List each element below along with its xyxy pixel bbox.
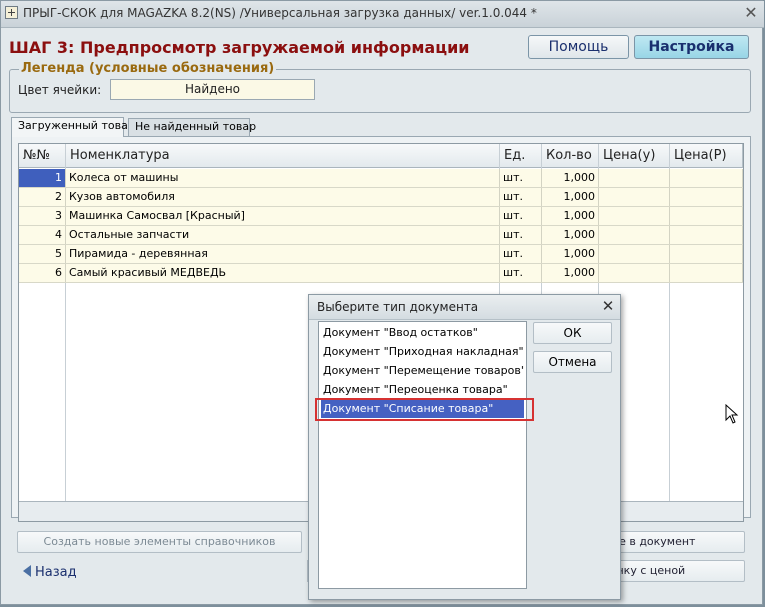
table-row[interactable]: 4 Остальные запчасти шт. 1,000 xyxy=(19,226,743,245)
dialog-title-bar[interactable]: Выберите тип документа ✕ xyxy=(309,295,620,320)
price-r-cell xyxy=(670,188,743,206)
table-row[interactable]: 6 Самый красивый МЕДВЕДЬ шт. 1,000 xyxy=(19,264,743,283)
price-r-cell xyxy=(670,226,743,244)
ok-button[interactable]: ОК xyxy=(533,322,612,344)
quantity-cell: 1,000 xyxy=(542,188,599,206)
unit-cell: шт. xyxy=(500,188,542,206)
unit-cell: шт. xyxy=(500,169,542,187)
quantity-cell: 1,000 xyxy=(542,207,599,225)
selection-highlight-frame xyxy=(315,398,534,421)
create-catalog-elements-button[interactable]: Создать новые элементы справочников xyxy=(17,531,302,553)
row-number-cell: 5 xyxy=(19,245,66,263)
price-u-cell xyxy=(599,245,670,263)
name-cell: Колеса от машины xyxy=(66,169,500,187)
unit-cell: шт. xyxy=(500,264,542,282)
price-r-cell xyxy=(670,207,743,225)
dialog-title: Выберите тип документа xyxy=(317,300,479,314)
row-number-cell: 3 xyxy=(19,207,66,225)
name-cell: Пирамида - деревянная xyxy=(66,245,500,263)
settings-button[interactable]: Настройка xyxy=(634,35,749,59)
help-button[interactable]: Помощь xyxy=(528,35,629,59)
table-row[interactable]: 2 Кузов автомобиля шт. 1,000 xyxy=(19,188,743,207)
price-u-cell xyxy=(599,207,670,225)
price-r-cell xyxy=(670,245,743,263)
list-item[interactable]: Документ "Ввод остатков" xyxy=(321,324,524,342)
price-r-cell xyxy=(670,169,743,187)
row-number-cell: 2 xyxy=(19,188,66,206)
list-item[interactable]: Документ "Перемещение товаров" xyxy=(321,362,524,380)
mouse-cursor-icon xyxy=(725,404,739,424)
name-cell: Кузов автомобиля xyxy=(66,188,500,206)
table-row[interactable]: 5 Пирамида - деревянная шт. 1,000 xyxy=(19,245,743,264)
row-number-cell: 4 xyxy=(19,226,66,244)
back-button[interactable]: Назад xyxy=(23,565,77,580)
title-bar[interactable]: ПРЫГ-СКОК для MAGAZKA 8.2(NS) /Универсал… xyxy=(1,1,764,28)
document-type-list[interactable]: Документ "Ввод остатков" Документ "Прихо… xyxy=(318,321,527,589)
document-type-dialog: Выберите тип документа ✕ Документ "Ввод … xyxy=(308,294,621,600)
unit-cell: шт. xyxy=(500,226,542,244)
window-close-button[interactable]: ✕ xyxy=(742,4,760,22)
list-item[interactable]: Документ "Переоценка товара" xyxy=(321,381,524,399)
quantity-cell: 1,000 xyxy=(542,226,599,244)
back-label: Назад xyxy=(35,565,77,580)
app-icon xyxy=(5,6,18,19)
price-r-cell xyxy=(670,264,743,282)
back-arrow-icon xyxy=(23,565,31,577)
name-cell: Машинка Самосвал [Красный] xyxy=(66,207,500,225)
legend-title: Легенда (условные обозначения) xyxy=(19,61,277,76)
tab-loaded-goods[interactable]: Загруженный товар xyxy=(11,117,135,137)
row-number-cell: 6 xyxy=(19,264,66,282)
unit-cell: шт. xyxy=(500,245,542,263)
price-u-cell xyxy=(599,169,670,187)
cancel-button[interactable]: Отмена xyxy=(533,351,612,373)
price-u-cell xyxy=(599,264,670,282)
page-title: ШАГ 3: Предпросмотр загружаемой информац… xyxy=(9,38,470,57)
unit-cell: шт. xyxy=(500,207,542,225)
quantity-cell: 1,000 xyxy=(542,245,599,263)
tab-not-found-goods[interactable]: Не найденный товар xyxy=(128,118,256,136)
column-header-price-r[interactable]: Цена(Р) xyxy=(670,144,743,168)
name-cell: Остальные запчасти xyxy=(66,226,500,244)
price-u-cell xyxy=(599,226,670,244)
table-row[interactable]: 3 Машинка Самосвал [Красный] шт. 1,000 xyxy=(19,207,743,226)
name-cell: Самый красивый МЕДВЕДЬ xyxy=(66,264,500,282)
dialog-close-button[interactable]: ✕ xyxy=(599,297,617,315)
price-u-cell xyxy=(599,188,670,206)
cell-color-swatch: Найдено xyxy=(110,79,315,100)
row-number-cell: 1 xyxy=(19,169,66,187)
quantity-cell: 1,000 xyxy=(542,169,599,187)
table-row[interactable]: 1 Колеса от машины шт. 1,000 xyxy=(19,169,743,188)
quantity-cell: 1,000 xyxy=(542,264,599,282)
window-title: ПРЫГ-СКОК для MAGAZKA 8.2(NS) /Универсал… xyxy=(23,6,537,20)
cell-color-label: Цвет ячейки: xyxy=(18,83,102,97)
list-item[interactable]: Документ "Приходная накладная" xyxy=(321,343,524,361)
